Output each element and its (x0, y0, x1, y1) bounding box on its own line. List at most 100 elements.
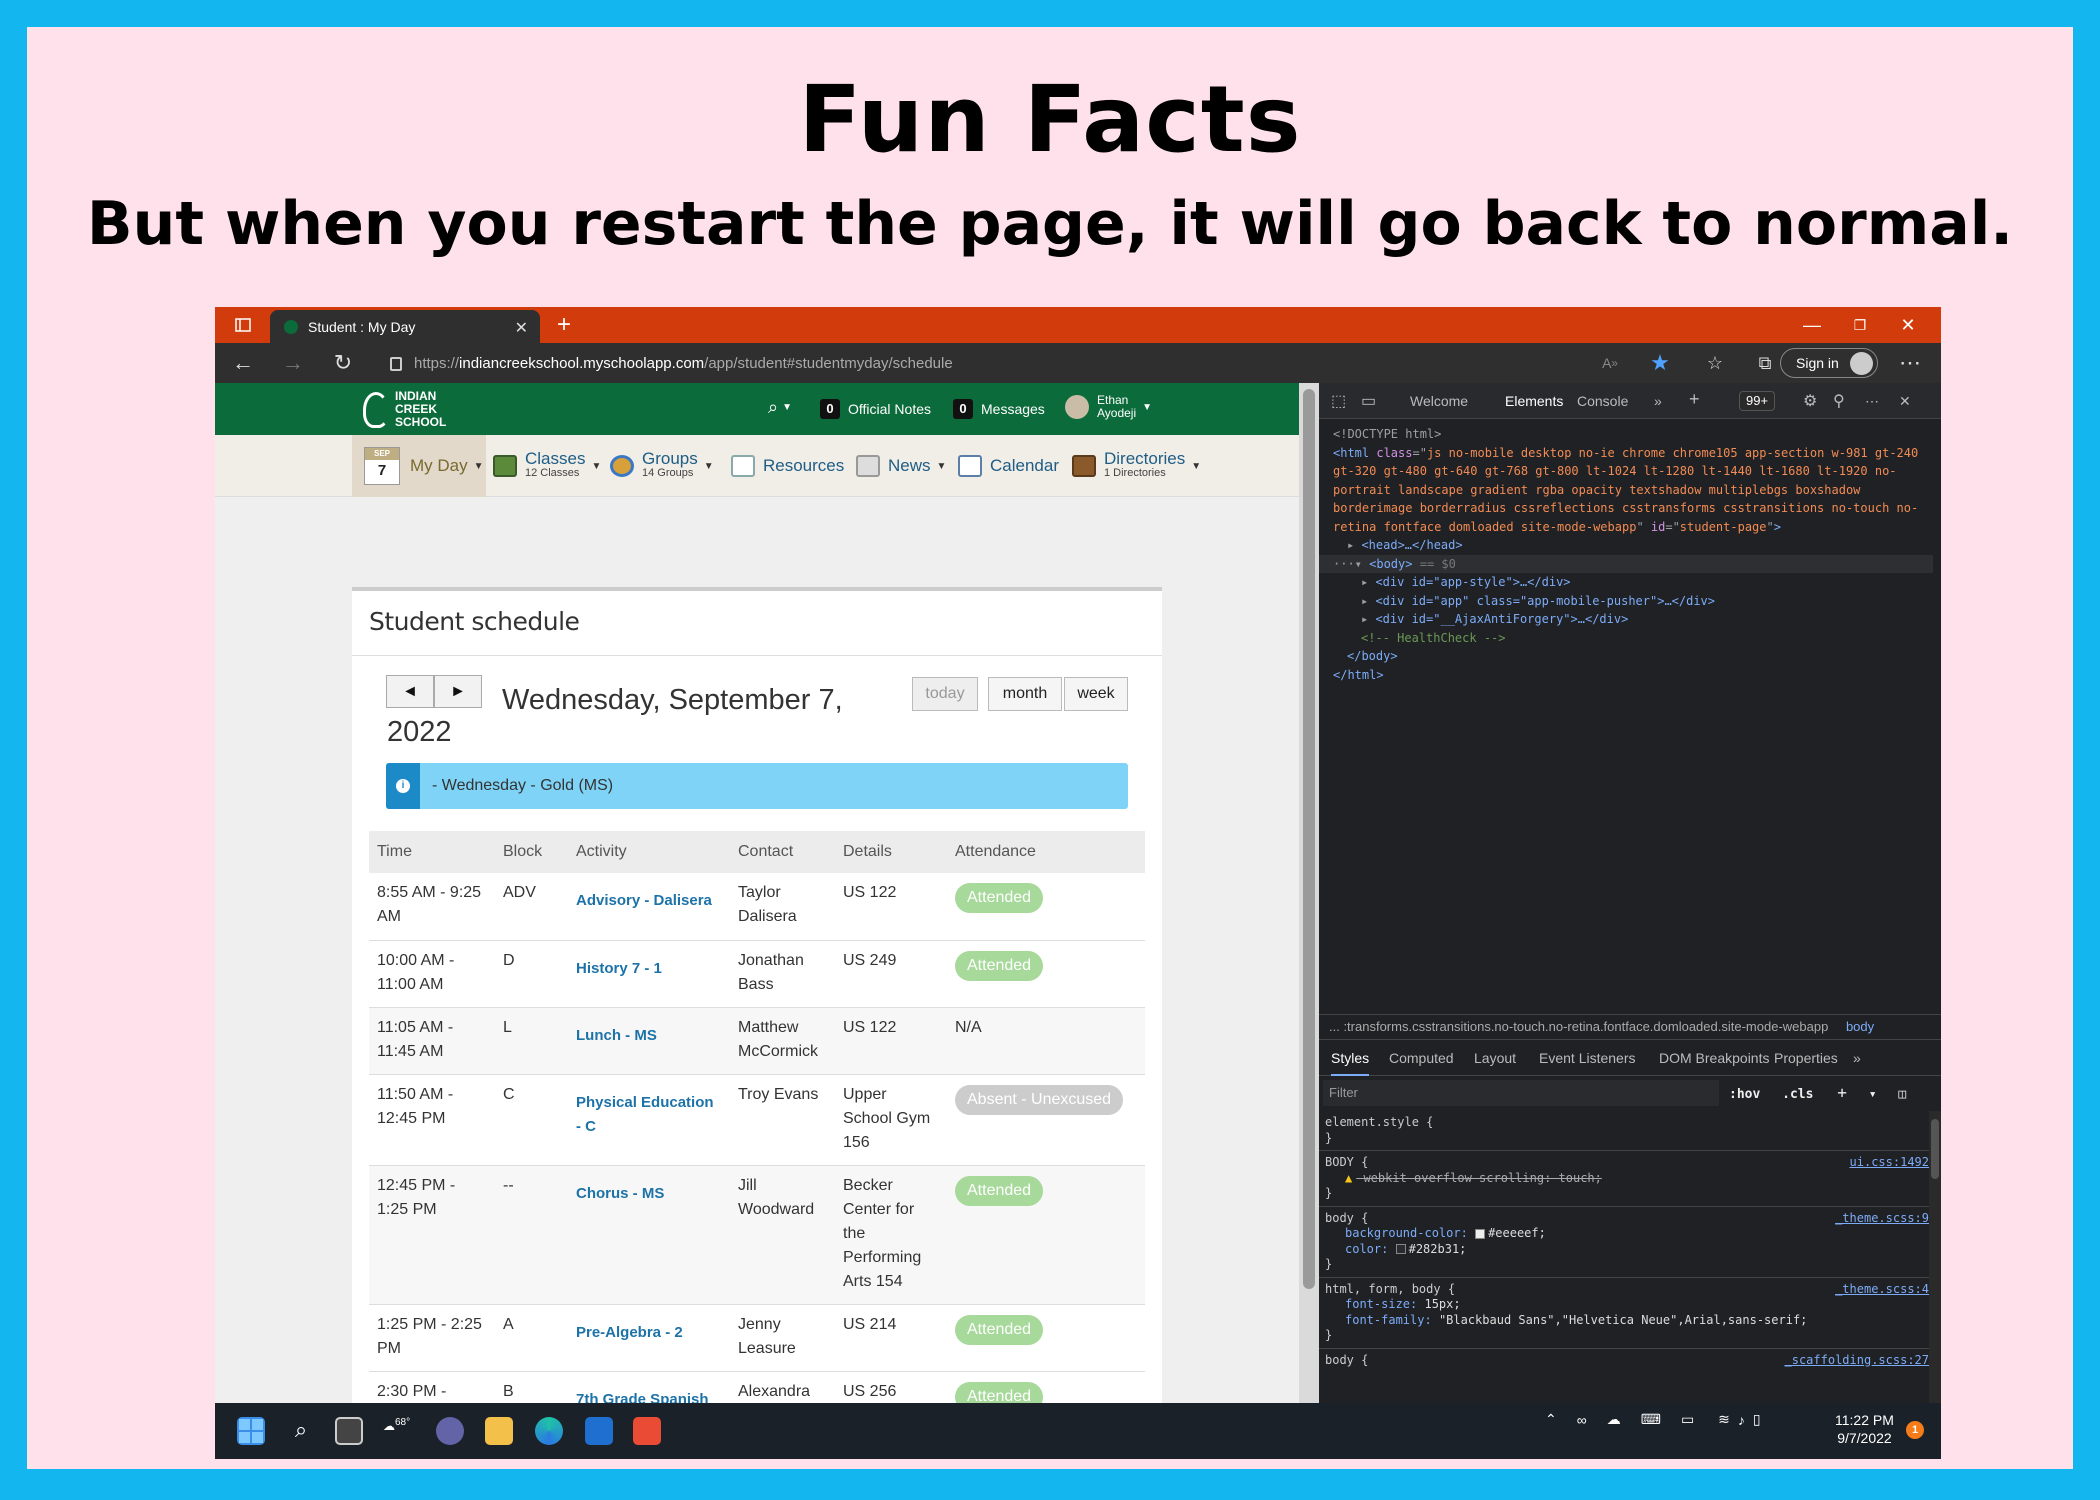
start-windows-icon[interactable] (237, 1417, 265, 1445)
tab-student-my-day[interactable]: Student : My Day ✕ (270, 310, 540, 343)
weather-icon[interactable]: ☁68° (383, 1417, 411, 1445)
more-tabs-icon[interactable]: » (1853, 1050, 1861, 1066)
nav-resources[interactable]: Resources (731, 435, 844, 497)
favorite-star-icon[interactable]: ★ (1645, 349, 1675, 377)
tab-elements[interactable]: Elements (1505, 393, 1563, 409)
onedrive-cloud-icon[interactable]: ☁ (1607, 1411, 1621, 1428)
dom-node[interactable]: </html> (1333, 666, 1933, 685)
school-logo[interactable]: INDIAN CREEK SCHOOL (363, 390, 446, 429)
css-property[interactable]: background-color: (1345, 1226, 1468, 1240)
link-icon[interactable]: ∞ (1577, 1412, 1587, 1428)
css-property[interactable]: font-size: (1345, 1297, 1417, 1311)
task-view-icon[interactable] (335, 1417, 363, 1445)
css-property[interactable]: color: (1345, 1242, 1388, 1256)
edge-browser-icon[interactable] (535, 1417, 563, 1445)
tab-welcome[interactable]: Welcome (1410, 393, 1468, 409)
taskbar-clock[interactable]: 11:22 PM 9/7/2022 (1835, 1411, 1894, 1447)
more-tabs-icon[interactable]: » (1654, 393, 1662, 409)
sidebar-toggle-icon[interactable]: ◫ (1898, 1087, 1906, 1102)
hov-toggle[interactable]: :hov (1729, 1087, 1760, 1102)
user-menu[interactable]: Ethan Ayodeji ▼ (1065, 394, 1152, 420)
file-explorer-icon[interactable] (485, 1417, 513, 1445)
paint-brush-icon[interactable]: ▾ (1869, 1087, 1877, 1102)
column-header[interactable]: Block (495, 831, 568, 873)
nav-calendar[interactable]: Calendar (958, 435, 1059, 497)
rule-selector[interactable]: html, form, body { (1325, 1282, 1923, 1298)
activity-link[interactable]: Pre-Algebra - 2 (568, 1304, 730, 1372)
dom-node[interactable]: ▸ <div id="app-style">…</div> (1333, 573, 1933, 592)
dom-node-selected[interactable]: ···▾ <body> == $0 (1319, 554, 1933, 573)
search-icon[interactable]: ⌕ ▼ (768, 397, 792, 418)
tab-event-listeners[interactable]: Event Listeners (1539, 1050, 1636, 1066)
nav-classes[interactable]: Classes 12 Classes ▼ (493, 435, 601, 497)
today-button[interactable]: today (912, 677, 978, 711)
wifi-icon[interactable]: ≋ (1718, 1411, 1730, 1428)
tab-dom-breakpoints[interactable]: DOM Breakpoints (1659, 1050, 1769, 1066)
messages-link[interactable]: 0 Messages (953, 399, 1045, 419)
dom-node[interactable]: ▸ <head>…</head> (1333, 536, 1933, 555)
rule-selector[interactable]: element.style { (1325, 1115, 1923, 1131)
new-rule-icon[interactable]: + (1837, 1083, 1847, 1102)
nav-groups[interactable]: Groups 14 Groups ▼ (610, 435, 714, 497)
minimize-icon[interactable]: — (1797, 307, 1827, 343)
nav-my-day[interactable]: SEP 7 My Day ▼ (352, 435, 486, 497)
styles-filter-input[interactable]: Filter (1323, 1080, 1719, 1106)
dom-node[interactable]: ▸ <div id="__AjaxAntiForgery">…</div> (1333, 610, 1933, 629)
battery-icon[interactable]: ▯ (1753, 1411, 1761, 1428)
dom-node[interactable]: ▸ <div id="app" class="app-mobile-pusher… (1333, 592, 1933, 611)
tab-styles[interactable]: Styles (1331, 1050, 1370, 1076)
css-value[interactable]: "Blackbaud Sans","Helvetica Neue",Arial,… (1439, 1313, 1807, 1327)
dom-node[interactable]: </body> (1333, 647, 1933, 666)
activity-link[interactable]: 7th Grade Spanish (568, 1371, 730, 1403)
tab-computed[interactable]: Computed (1389, 1050, 1454, 1066)
rule-source-link[interactable]: _theme.scss:9 (1835, 1211, 1929, 1227)
activity-link[interactable]: History 7 - 1 (568, 940, 730, 1008)
read-aloud-icon[interactable]: A» (1595, 349, 1625, 377)
week-view-button[interactable]: week (1064, 677, 1128, 711)
keyboard-icon[interactable]: ⌨ (1641, 1411, 1661, 1428)
styles-scrollbar[interactable] (1929, 1111, 1941, 1403)
microsoft-store-icon[interactable] (585, 1417, 613, 1445)
volume-icon[interactable]: ♪ (1738, 1412, 1745, 1428)
css-value[interactable]: #eeeeef; (1488, 1226, 1546, 1240)
search-icon[interactable]: ⌕ (287, 1417, 315, 1445)
css-value[interactable]: 15px; (1424, 1297, 1460, 1311)
rule-selector[interactable]: body { (1325, 1211, 1923, 1227)
forward-icon[interactable]: → (278, 349, 308, 377)
issues-badge[interactable]: 99+ (1739, 391, 1776, 411)
activity-link[interactable]: Physical Education - C (568, 1074, 730, 1166)
rule-source-link[interactable]: _theme.scss:4 (1835, 1282, 1929, 1298)
close-window-icon[interactable]: ✕ (1893, 307, 1923, 343)
breadcrumb-body[interactable]: body (1846, 1019, 1874, 1034)
tab-properties[interactable]: Properties (1774, 1050, 1838, 1066)
add-tab-icon[interactable]: + (1689, 389, 1700, 410)
rule-selector[interactable]: BODY { (1325, 1155, 1923, 1171)
css-value[interactable]: #282b31; (1409, 1242, 1467, 1256)
css-property[interactable]: font-family: (1345, 1313, 1432, 1327)
notification-badge[interactable]: 1 (1906, 1421, 1924, 1439)
app-s-icon[interactable] (633, 1417, 661, 1445)
more-menu-icon[interactable]: ⋯ (1895, 349, 1925, 377)
settings-gear-icon[interactable]: ⚙ (1803, 391, 1817, 411)
device-toolbar-icon[interactable]: ▭ (1361, 391, 1376, 411)
column-header[interactable]: Contact (730, 831, 835, 873)
dom-node[interactable]: <html class="js no-mobile desktop no-ie … (1333, 444, 1933, 537)
back-icon[interactable]: ← (228, 349, 258, 377)
tab-actions-icon[interactable] (229, 307, 257, 343)
activity-link[interactable]: Lunch - MS (568, 1007, 730, 1075)
close-tab-icon[interactable]: ✕ (515, 318, 528, 338)
column-header[interactable]: Details (835, 831, 947, 873)
refresh-icon[interactable]: ↻ (328, 349, 358, 377)
new-tab-icon[interactable]: + (549, 307, 579, 343)
rule-source-link[interactable]: ui.css:1492 (1850, 1155, 1929, 1171)
devtools-more-icon[interactable]: ⋯ (1865, 393, 1879, 410)
favorites-icon[interactable]: ☆ (1700, 349, 1730, 377)
inspect-icon[interactable]: ⬚ (1331, 391, 1346, 411)
url-field[interactable]: https://indiancreekschool.myschoolapp.co… (390, 351, 953, 377)
tablet-icon[interactable]: ▭ (1681, 1411, 1694, 1428)
page-scrollbar[interactable] (1299, 383, 1319, 1403)
tray-overflow-icon[interactable]: ⌃ (1545, 1411, 1557, 1428)
nav-news[interactable]: News ▼ (856, 435, 946, 497)
rule-source-link[interactable]: _scaffolding.scss:27 (1785, 1353, 1930, 1369)
collections-icon[interactable]: ⧉ (1750, 349, 1780, 377)
